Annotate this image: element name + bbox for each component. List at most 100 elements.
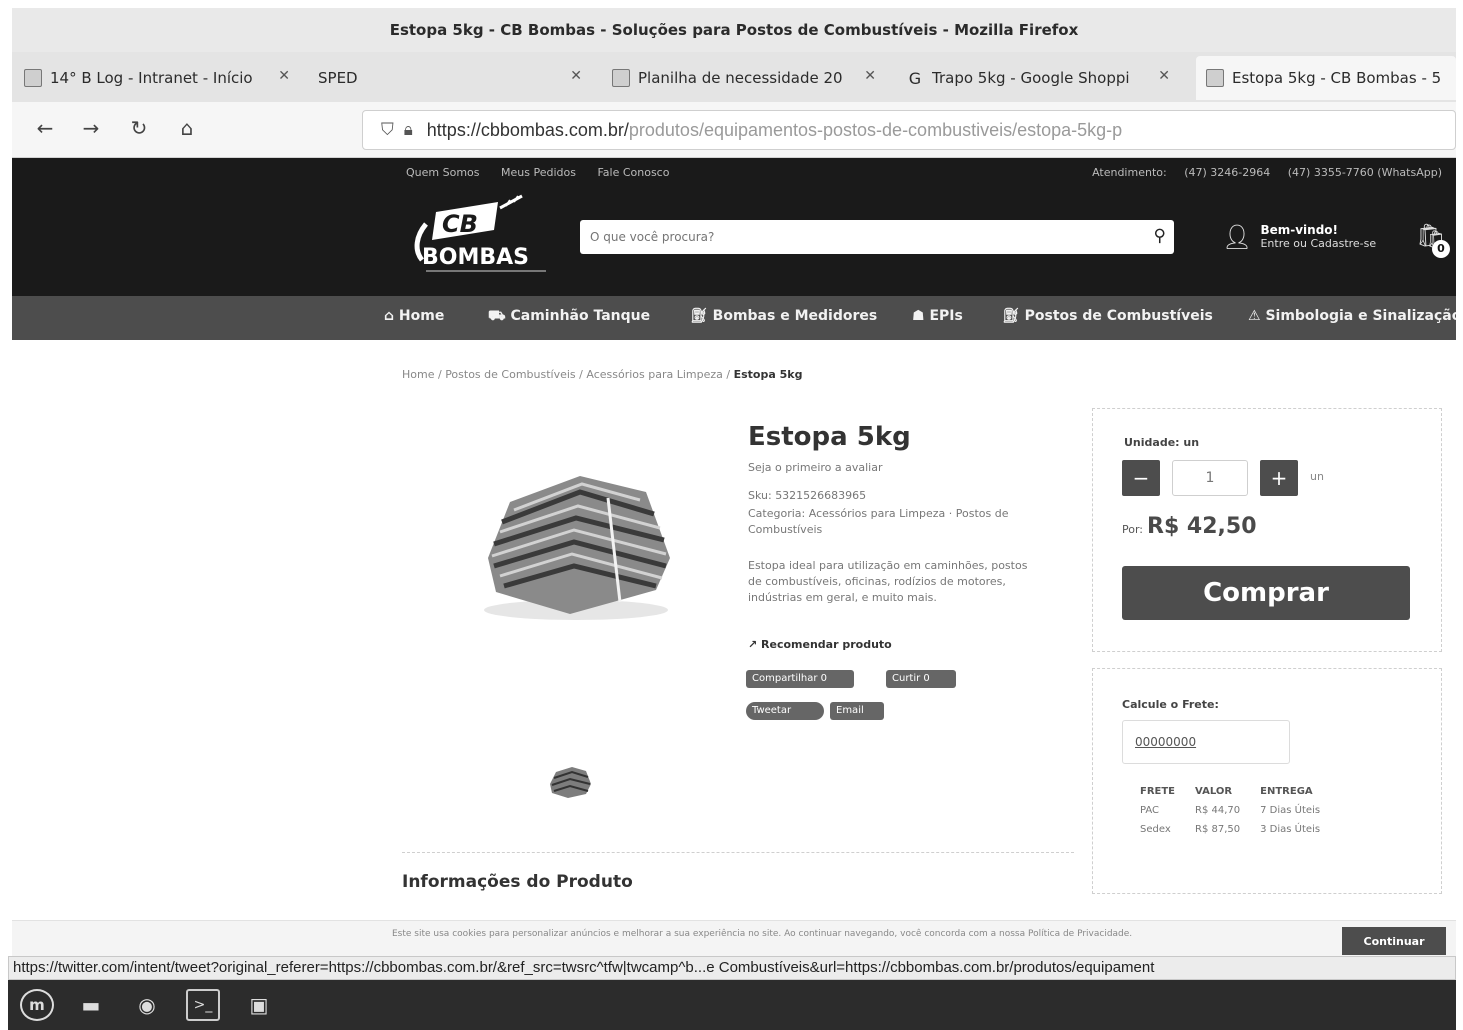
tab-planilha[interactable]: Planilha de necessidade 20 ✕ — [612, 56, 882, 100]
price-value: R$ 42,50 — [1147, 514, 1257, 539]
address-bar[interactable]: ⛉ 🔒︎ https://cbbombas.com.br/produtos/eq… — [362, 110, 1456, 150]
tab-estopa[interactable]: Estopa 5kg - CB Bombas - 5 — [1196, 56, 1456, 100]
unit-label: Unidade: un — [1124, 436, 1200, 449]
buy-button[interactable]: Comprar — [1122, 566, 1410, 620]
status-link-preview: https://twitter.com/intent/tweet?origina… — [8, 956, 1456, 980]
product-price: Por: R$ 42,50 — [1122, 514, 1257, 539]
link-quem-somos[interactable]: Quem Somos — [406, 166, 480, 179]
search-box[interactable]: ⚲ — [580, 220, 1174, 254]
search-input[interactable] — [590, 227, 1130, 247]
menu-item-epis[interactable]: ☗ EPIs — [912, 308, 963, 324]
breadcrumb-current: Estopa 5kg — [733, 368, 803, 381]
quantity-unit: un — [1310, 470, 1324, 483]
file-manager-icon[interactable]: ▣ — [242, 989, 276, 1021]
back-arrow-icon[interactable]: ← — [32, 116, 58, 140]
cookie-banner: Este site usa cookies para personalizar … — [12, 920, 1456, 958]
breadcrumb: Home / Postos de Combustíveis / Acessóri… — [402, 368, 803, 381]
menu-item-simbologia[interactable]: ⚠ Simbologia e Sinalização — [1248, 308, 1456, 324]
recommend-product-link[interactable]: ↗ Recomendar produto — [748, 638, 892, 651]
quantity-increase-button[interactable]: + — [1260, 460, 1298, 496]
menu-item-caminhao-tanque[interactable]: ⛟ Caminhão Tanque — [488, 308, 650, 326]
product-description: Estopa ideal para utilização em caminhõe… — [748, 559, 1028, 604]
header-links: Quem Somos Meus Pedidos Fale Conosco — [406, 166, 687, 179]
breadcrumb-home[interactable]: Home — [402, 368, 434, 381]
home-icon: ⌂ — [384, 308, 399, 324]
breadcrumb-postos[interactable]: Postos de Combustíveis — [445, 368, 575, 381]
link-fale-conosco[interactable]: Fale Conosco — [597, 166, 669, 179]
tab-google-shopping[interactable]: G Trapo 5kg - Google Shoppi ✕ — [906, 56, 1176, 100]
site-favicon-icon — [1206, 69, 1224, 87]
breadcrumb-acessorios[interactable]: Acessórios para Limpeza — [586, 368, 723, 381]
product-image[interactable] — [470, 462, 680, 622]
whatsapp-number[interactable]: (47) 3355-7760 (WhatsApp) — [1288, 166, 1442, 179]
logo-bombas-text: BOMBAS — [422, 245, 529, 270]
warning-icon: ⚠ — [1248, 308, 1266, 324]
quantity-input[interactable] — [1172, 460, 1248, 496]
section-divider — [402, 852, 1074, 853]
product-sku: Sku: 5321526683965 — [748, 489, 867, 502]
cookie-continue-button[interactable]: Continuar — [1342, 927, 1446, 955]
close-tab-icon[interactable]: ✕ — [278, 68, 290, 84]
close-tab-icon[interactable]: ✕ — [864, 68, 876, 84]
phone-number[interactable]: (47) 3246-2964 — [1184, 166, 1270, 179]
user-icon[interactable]: 👤︎ — [1222, 223, 1252, 251]
like-button[interactable]: Curtir 0 — [886, 670, 956, 688]
url-text[interactable]: https://cbbombas.com.br/produtos/equipam… — [427, 120, 1122, 141]
show-desktop-icon[interactable]: ▬ — [74, 989, 108, 1021]
menu-item-postos-combustiveis[interactable]: ⛽︎ Postos de Combustíveis — [1002, 308, 1213, 324]
login-link[interactable]: Entre ou Cadastre-se — [1260, 237, 1376, 250]
freight-row: PAC R$ 44,70 7 Dias Úteis — [1140, 805, 1321, 816]
reload-icon[interactable]: ↻ — [126, 116, 152, 140]
forward-arrow-icon[interactable]: → — [78, 116, 104, 140]
site-header: Quem Somos Meus Pedidos Fale Conosco Ate… — [12, 158, 1456, 296]
search-icon[interactable]: ⚲ — [1154, 226, 1166, 246]
logo-cb-text: CB — [442, 210, 478, 238]
tab-bar: 14° B Log - Intranet - Início ✕ SPED ✕ P… — [12, 52, 1456, 102]
account-welcome: Bem-vindo! — [1260, 223, 1339, 237]
tab-sped[interactable]: SPED ✕ — [318, 56, 588, 100]
close-tab-icon[interactable]: ✕ — [570, 68, 582, 84]
cb-bombas-logo[interactable]: CB BOMBAS — [406, 186, 566, 278]
header-contacts: Atendimento: (47) 3246-2964 (47) 3355-77… — [1092, 166, 1442, 179]
cart-button[interactable]: 🛍︎ 0 — [1416, 222, 1450, 258]
google-favicon-icon: G — [908, 68, 922, 88]
lock-icon[interactable]: 🔒︎ — [404, 120, 413, 140]
product-info-heading: Informações do Produto — [402, 872, 633, 892]
share-arrow-icon: ↗ — [748, 638, 762, 651]
share-facebook-button[interactable]: Compartilhar 0 — [746, 670, 854, 688]
freight-label: Calcule o Frete: — [1122, 698, 1219, 711]
taskbar: m ▬ ◉ >_ ▣ — [8, 980, 1456, 1030]
product-thumbnail[interactable] — [546, 764, 594, 800]
fuel-icon: ⛽︎ — [1002, 308, 1025, 324]
cookie-text: Este site usa cookies para personalizar … — [392, 929, 1133, 939]
terminal-icon[interactable]: >_ — [186, 989, 220, 1021]
cep-input[interactable] — [1122, 720, 1290, 764]
email-share-button[interactable]: Email — [830, 702, 884, 720]
review-link[interactable]: Seja o primeiro a avaliar — [748, 460, 1040, 476]
helmet-icon: ☗ — [912, 308, 930, 324]
cart-count-badge: 0 — [1432, 240, 1450, 258]
home-icon[interactable]: ⌂ — [174, 116, 200, 140]
close-tab-icon[interactable]: ✕ — [1158, 68, 1170, 84]
freight-row: Sedex R$ 87,50 3 Dias Úteis — [1140, 824, 1321, 835]
screen: Estopa 5kg - CB Bombas - Soluções para P… — [0, 0, 1463, 1030]
start-menu-icon[interactable]: m — [20, 989, 54, 1021]
window-title: Estopa 5kg - CB Bombas - Soluções para P… — [12, 8, 1456, 52]
quantity-decrease-button[interactable]: − — [1122, 460, 1160, 496]
account-area[interactable]: 👤︎ Bem-vindo! Entre ou Cadastre-se — [1222, 220, 1376, 254]
menu-item-bombas-medidores[interactable]: ⛽︎ Bombas e Medidores — [690, 308, 877, 324]
firefox-icon[interactable]: ◉ — [130, 989, 164, 1021]
link-meus-pedidos[interactable]: Meus Pedidos — [501, 166, 576, 179]
navigation-toolbar: ← → ↻ ⌂ ⛉ 🔒︎ https://cbbombas.com.br/pro… — [12, 102, 1456, 158]
shield-icon[interactable]: ⛉ — [381, 120, 394, 140]
sheets-favicon-icon — [612, 69, 630, 87]
product-category[interactable]: Categoria: Acessórios para Limpeza · Pos… — [748, 506, 1040, 538]
intranet-favicon-icon — [24, 69, 42, 87]
tweet-button[interactable]: Tweetar — [746, 702, 824, 720]
freight-table-header: FRETE VALOR ENTREGA — [1140, 786, 1313, 797]
truck-icon: ⛟ — [488, 308, 511, 324]
tab-intranet[interactable]: 14° B Log - Intranet - Início ✕ — [24, 56, 296, 100]
menu-item-home[interactable]: ⌂ Home — [384, 308, 444, 324]
pump-icon: ⛽︎ — [690, 308, 713, 324]
freight-table: FRETE VALOR ENTREGA PAC R$ 44,70 7 Dias … — [1140, 786, 1340, 843]
